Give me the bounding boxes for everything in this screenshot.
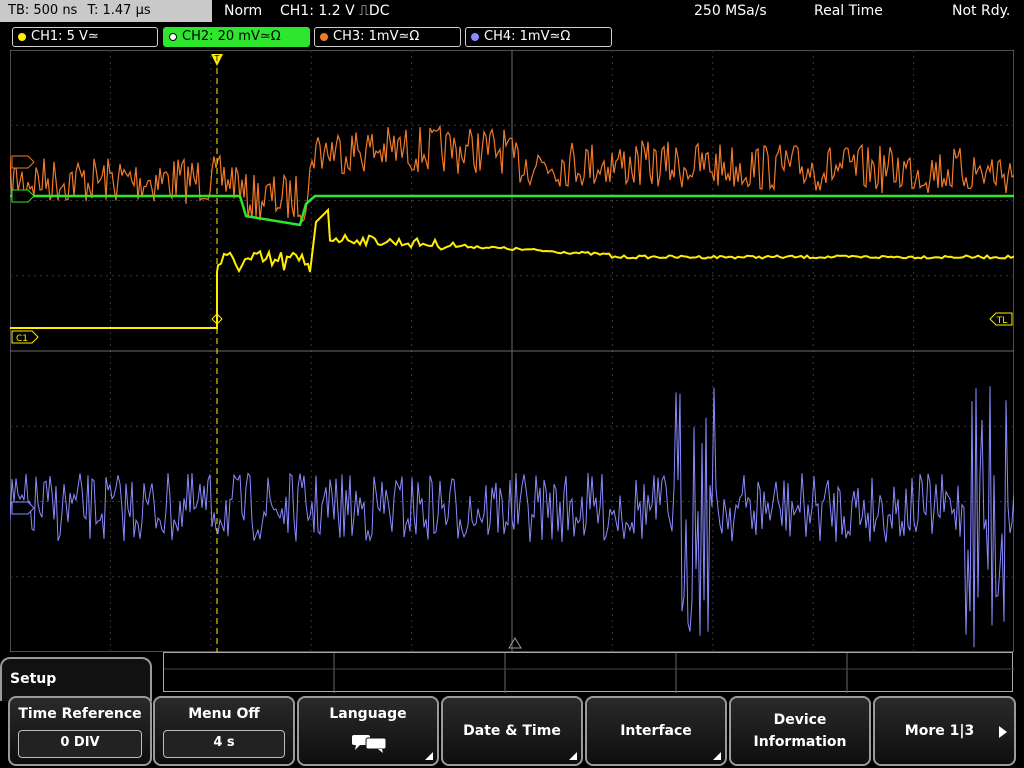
channel-4-label: CH4: 1mV≃Ω xyxy=(484,29,571,44)
interface-label: Interface xyxy=(620,723,692,739)
channel-1-dot-icon xyxy=(18,33,26,41)
sample-rate: 250 MSa/s xyxy=(694,3,767,19)
channel-2-dot-icon xyxy=(169,33,177,41)
softkey-bar: Time Reference 0 DIV Menu Off 4 s Langua… xyxy=(0,694,1024,768)
next-page-arrow-icon xyxy=(999,726,1007,738)
menu-off-softkey[interactable]: Menu Off 4 s xyxy=(153,696,295,766)
language-softkey[interactable]: Language xyxy=(297,696,439,766)
channel-4-dot-icon xyxy=(471,33,479,41)
speech-bubble-icon xyxy=(352,735,387,753)
language-label: Language xyxy=(329,706,407,722)
lower-info-strip xyxy=(163,652,1014,693)
menu-off-label: Menu Off xyxy=(188,706,260,722)
timebase-box[interactable]: TB: 500 ns T: 1.47 µs xyxy=(0,0,212,22)
acquisition-mode: Real Time xyxy=(814,3,883,19)
date-time-label: Date & Time xyxy=(463,723,561,739)
trigger-level-label: TL xyxy=(996,316,1008,326)
channel-2-tab[interactable]: CH2: 20 mV≃Ω xyxy=(163,27,310,47)
channel-3-label: CH3: 1mV≃Ω xyxy=(333,29,420,44)
submenu-arrow-icon xyxy=(569,752,577,760)
timebase-value: TB: 500 ns xyxy=(8,3,78,18)
time-reference-label: Time Reference xyxy=(18,706,142,722)
channel-3-dot-icon xyxy=(320,33,328,41)
trigger-info: CH1: 1.2 V ⎍DC xyxy=(280,3,390,19)
more-label: More 1|3 xyxy=(904,723,975,739)
device-information-softkey[interactable]: Device Information xyxy=(729,696,871,766)
channel-1-label: CH1: 5 V≃ xyxy=(31,29,99,44)
waveform-display[interactable]: T TL C1 xyxy=(10,50,1014,652)
submenu-arrow-icon xyxy=(425,752,433,760)
time-reference-softkey[interactable]: Time Reference 0 DIV xyxy=(8,696,152,766)
channel-3-tab[interactable]: CH3: 1mV≃Ω xyxy=(314,27,461,47)
menu-off-value[interactable]: 4 s xyxy=(163,730,285,758)
more-softkey[interactable]: More 1|3 xyxy=(873,696,1016,766)
submenu-arrow-icon xyxy=(713,752,721,760)
status-bar: TB: 500 ns T: 1.47 µs Norm CH1: 1.2 V ⎍D… xyxy=(0,0,1024,24)
trigger-point-label: T xyxy=(214,54,220,63)
channel-1-offset-label: C1 xyxy=(16,334,28,344)
trigger-mode: Norm xyxy=(224,3,263,19)
channel-1-tab[interactable]: CH1: 5 V≃ xyxy=(12,27,158,47)
device-information-text: Device Information xyxy=(731,709,869,753)
channel-4-tab[interactable]: CH4: 1mV≃Ω xyxy=(465,27,612,47)
device-information-line2: Information xyxy=(753,734,847,750)
time-reference-value[interactable]: 0 DIV xyxy=(18,730,142,758)
setup-title: Setup xyxy=(10,671,57,687)
channel-bar: CH1: 5 V≃ CH2: 20 mV≃Ω CH3: 1mV≃Ω CH4: 1… xyxy=(0,24,1024,50)
channel-2-label: CH2: 20 mV≃Ω xyxy=(182,29,281,44)
acquisition-state: Not Rdy. xyxy=(952,3,1011,19)
waveform-canvas[interactable]: T TL C1 xyxy=(10,50,1014,652)
date-time-softkey[interactable]: Date & Time xyxy=(441,696,583,766)
interface-softkey[interactable]: Interface xyxy=(585,696,727,766)
device-information-line1: Device xyxy=(773,712,827,728)
trigger-position: T: 1.47 µs xyxy=(87,3,151,18)
